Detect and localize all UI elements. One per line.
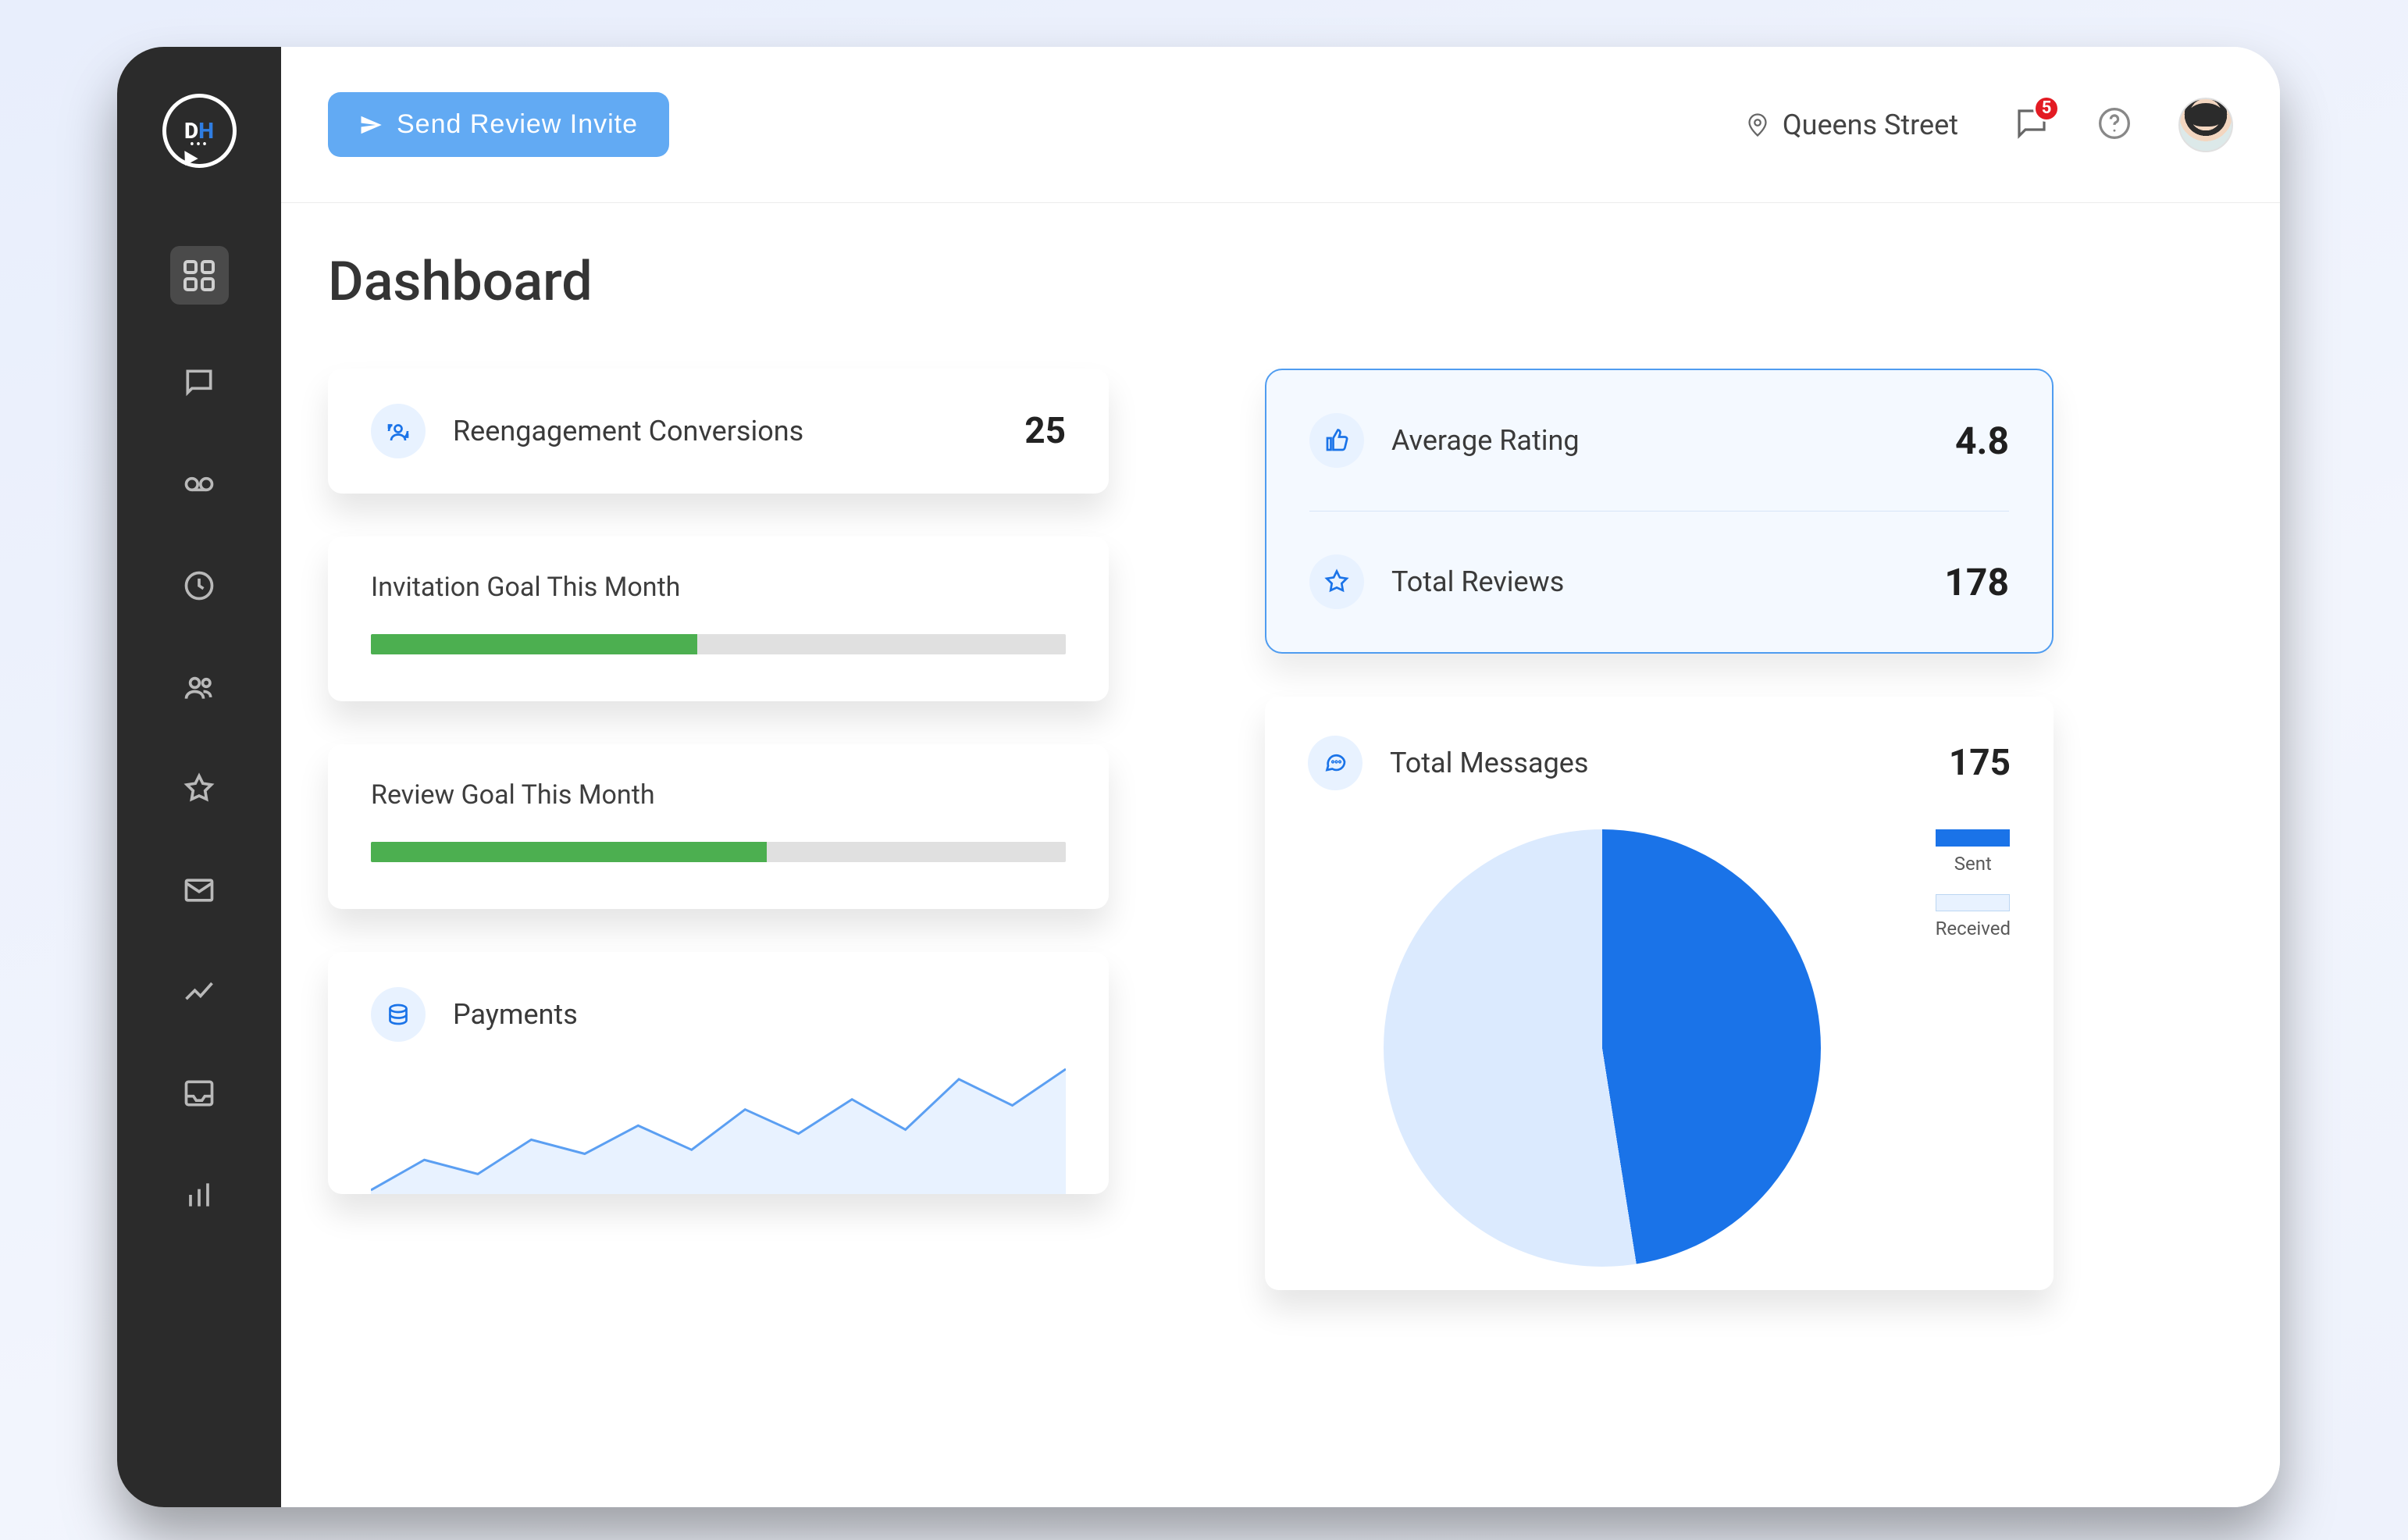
sidebar: DH •••	[117, 47, 281, 1507]
thumbs-up-icon	[1309, 413, 1364, 468]
sidebar-item-dashboard[interactable]	[170, 246, 229, 305]
legend-sent-label: Sent	[1954, 853, 1992, 875]
payments-label: Payments	[453, 998, 1066, 1031]
invitation-goal-fill	[371, 634, 697, 654]
pin-icon	[1744, 111, 1772, 139]
messages-pie-chart	[1384, 829, 1821, 1267]
main: Send Review Invite Queens Street 5 Dashb…	[281, 47, 2280, 1507]
messages-card: Total Messages 175 Sent	[1265, 697, 2054, 1290]
average-rating-row: Average Rating 4.8	[1309, 370, 2009, 511]
reengagement-icon	[371, 404, 426, 458]
legend-received-swatch	[1936, 894, 2010, 911]
inbox-icon	[182, 1076, 216, 1110]
payments-icon	[371, 987, 426, 1042]
notifications-button[interactable]: 5	[2013, 105, 2050, 145]
sidebar-item-voicemail[interactable]	[176, 461, 223, 508]
trend-icon	[182, 975, 216, 1009]
clock-icon	[182, 569, 216, 603]
legend-received: Received	[1936, 894, 2011, 939]
sidebar-item-email[interactable]	[176, 867, 223, 914]
page-title: Dashboard	[328, 250, 2233, 314]
invitation-goal-progress	[371, 634, 1066, 654]
invitation-goal-label: Invitation Goal This Month	[371, 572, 1066, 603]
average-rating-label: Average Rating	[1391, 424, 1928, 457]
mail-icon	[182, 873, 216, 907]
chat-icon	[182, 365, 216, 400]
reengagement-value: 25	[1024, 410, 1066, 452]
app-logo[interactable]: DH •••	[162, 94, 237, 168]
notification-badge: 5	[2033, 95, 2060, 122]
star-icon	[182, 772, 216, 806]
legend-sent: Sent	[1936, 829, 2010, 875]
send-button-label: Send Review Invite	[397, 109, 638, 140]
location-label: Queens Street	[1783, 109, 1958, 141]
send-review-invite-button[interactable]: Send Review Invite	[328, 92, 669, 157]
location-selector[interactable]: Queens Street	[1744, 109, 1958, 141]
help-icon	[2097, 106, 2132, 141]
review-goal-fill	[371, 842, 767, 862]
right-column: Average Rating 4.8 Total Reviews 178	[1265, 369, 2054, 1290]
reengagement-label: Reengagement Conversions	[453, 415, 997, 447]
bar-chart-icon	[182, 1178, 216, 1212]
app-frame: DH •••	[117, 47, 2280, 1507]
sidebar-item-messages[interactable]	[176, 359, 223, 406]
messages-label: Total Messages	[1390, 747, 1922, 779]
ratings-card: Average Rating 4.8 Total Reviews 178	[1265, 369, 2054, 654]
send-icon	[359, 113, 383, 137]
messages-pie-wrap	[1308, 814, 1897, 1267]
sidebar-item-inbox[interactable]	[176, 1070, 223, 1117]
sidebar-nav	[170, 246, 229, 1218]
help-button[interactable]	[2097, 106, 2132, 144]
messages-icon	[1308, 736, 1363, 790]
total-reviews-value: 178	[1944, 560, 2009, 604]
legend-sent-swatch	[1936, 829, 2010, 847]
content: Dashboard Reengagement Conversions 25 In…	[281, 203, 2280, 1290]
average-rating-value: 4.8	[1955, 419, 2009, 463]
payments-card: Payments	[328, 952, 1109, 1194]
review-goal-progress	[371, 842, 1066, 862]
sidebar-item-contacts[interactable]	[176, 664, 223, 711]
user-avatar[interactable]	[2178, 98, 2233, 152]
reengagement-card: Reengagement Conversions 25	[328, 369, 1109, 494]
users-icon	[182, 670, 216, 704]
topbar: Send Review Invite Queens Street 5	[281, 47, 2280, 203]
grid-icon	[180, 257, 218, 294]
sidebar-item-reports[interactable]	[176, 1171, 223, 1218]
review-goal-card: Review Goal This Month	[328, 744, 1109, 909]
invitation-goal-card: Invitation Goal This Month	[328, 537, 1109, 701]
payments-chart	[371, 1057, 1066, 1194]
sidebar-item-analytics[interactable]	[176, 968, 223, 1015]
left-column: Reengagement Conversions 25 Invitation G…	[328, 369, 1109, 1290]
dashboard-grid: Reengagement Conversions 25 Invitation G…	[328, 369, 2233, 1290]
sidebar-item-reviews[interactable]	[176, 765, 223, 812]
review-goal-label: Review Goal This Month	[371, 779, 1066, 811]
messages-value: 175	[1949, 742, 2011, 784]
legend-received-label: Received	[1936, 918, 2011, 939]
total-reviews-label: Total Reviews	[1391, 565, 1917, 598]
sidebar-item-history[interactable]	[176, 562, 223, 609]
star-pill-icon	[1309, 554, 1364, 609]
logo-dots-icon: •••	[190, 137, 208, 153]
voicemail-icon	[182, 467, 216, 501]
total-reviews-row: Total Reviews 178	[1309, 511, 2009, 652]
messages-legend: Sent Received	[1936, 829, 2011, 939]
